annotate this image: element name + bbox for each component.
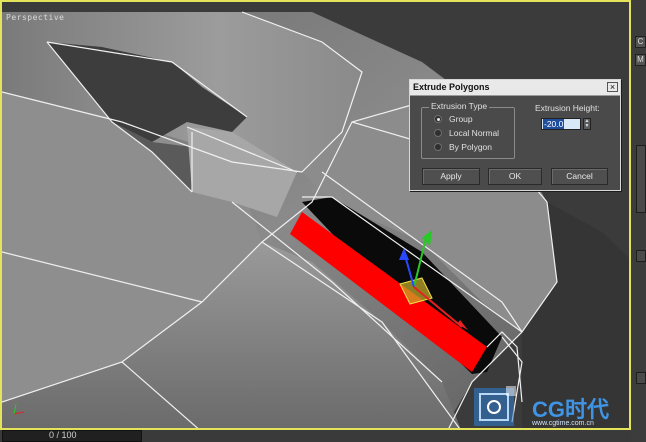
panel-tab-button[interactable]: M [635, 54, 646, 66]
spinner-arrows-icon[interactable]: ▲ ▼ [583, 118, 591, 130]
radio-label: By Polygon [449, 142, 492, 152]
dialog-title: Extrude Polygons [413, 82, 490, 92]
radio-indicator[interactable] [434, 115, 442, 123]
close-icon[interactable]: × [607, 82, 618, 92]
dialog-title-bar[interactable]: Extrude Polygons × [410, 80, 620, 96]
time-slider[interactable]: 0 / 100 [2, 430, 142, 442]
extrusion-type-label: Extrusion Type [429, 101, 490, 111]
radio-indicator[interactable] [434, 129, 442, 137]
viewport-scene [2, 2, 629, 428]
apply-button[interactable]: Apply [422, 168, 480, 185]
extrusion-height-value: -20.0 [543, 119, 565, 129]
panel-tab-button[interactable]: C [635, 36, 646, 48]
command-panel-strip: C M [631, 0, 646, 442]
panel-section[interactable] [636, 145, 646, 213]
perspective-viewport[interactable]: Perspective [0, 0, 631, 430]
viewport-label[interactable]: Perspective [6, 13, 64, 22]
cancel-button[interactable]: Cancel [551, 168, 608, 185]
radio-indicator[interactable] [434, 143, 442, 151]
extrusion-height-label: Extrusion Height: [535, 103, 600, 113]
extrusion-type-group: Extrusion Type Group Local Normal By Pol… [421, 101, 515, 159]
panel-section[interactable] [636, 372, 646, 384]
watermark-url: www.cgtime.com.cn [532, 420, 594, 427]
radio-label: Local Normal [449, 128, 500, 138]
panel-section[interactable] [636, 250, 646, 262]
radio-label: Group [449, 114, 473, 124]
extrude-polygons-dialog: Extrude Polygons × Extrusion Type Group … [409, 79, 621, 191]
time-slider-frame: 0 / 100 [49, 430, 77, 440]
ok-button[interactable]: OK [488, 168, 542, 185]
watermark-logo: CG时代 www.cgtime.com.cn [472, 384, 626, 428]
extrusion-height-input[interactable]: -20.0 [541, 118, 581, 130]
